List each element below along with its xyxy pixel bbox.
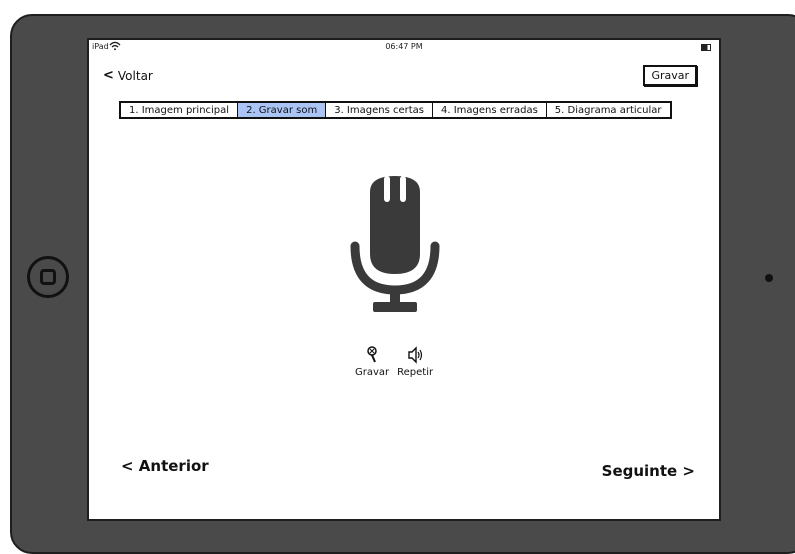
tab-bar: 1. Imagem principal 2. Gravar som 3. Ima… <box>119 101 672 119</box>
next-link[interactable]: Seguinte > <box>602 462 695 480</box>
camera-dot <box>765 274 773 282</box>
previous-link[interactable]: < Anterior <box>121 457 209 475</box>
battery-icon <box>701 44 711 51</box>
status-bar: iPad 06:47 PM <box>89 40 719 56</box>
back-link[interactable]: < Voltar <box>103 68 153 83</box>
microphone-icon <box>350 176 440 312</box>
back-label: Voltar <box>117 68 153 83</box>
action-icons: Gravar Repetir <box>355 346 433 378</box>
tab-record-sound[interactable]: 2. Gravar som <box>238 103 327 117</box>
status-time: 06:47 PM <box>385 42 423 51</box>
record-action[interactable]: Gravar <box>355 346 389 378</box>
tab-main-image[interactable]: 1. Imagem principal <box>121 103 239 117</box>
repeat-label: Repetir <box>397 367 434 378</box>
record-label: Gravar <box>355 367 390 378</box>
tab-correct-images[interactable]: 3. Imagens certas <box>326 103 433 117</box>
record-top-button[interactable]: Gravar <box>643 65 697 86</box>
back-chevron-icon: < <box>103 68 114 83</box>
tab-wrong-images[interactable]: 4. Imagens erradas <box>433 103 547 117</box>
record-mic-icon <box>367 346 377 363</box>
tab-articulation-diagram[interactable]: 5. Diagrama articular <box>546 103 670 117</box>
home-button-icon <box>40 269 56 285</box>
repeat-action[interactable]: Repetir <box>397 346 433 378</box>
screen: iPad 06:47 PM < Voltar Gravar 1. Imagem … <box>87 38 721 521</box>
home-button[interactable] <box>27 256 69 298</box>
speaker-icon <box>408 346 423 364</box>
